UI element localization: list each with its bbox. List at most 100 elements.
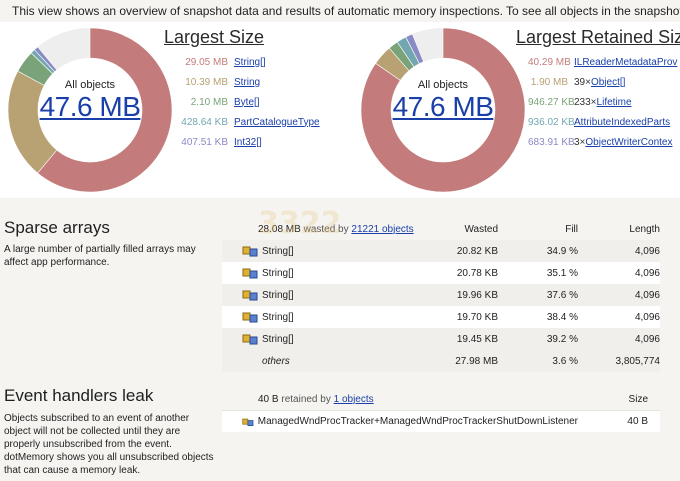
legend-item[interactable]: 40.29 MB ILReaderMetadataProv	[528, 52, 680, 72]
legend-item-size: 1.90 MB	[530, 76, 568, 88]
legend-item[interactable]: 10.39 MB String	[180, 72, 320, 92]
wasted-cell: 19.70 KB	[456, 311, 498, 323]
legend-item-size: 407.51 KB	[181, 136, 228, 148]
legend-item-type-link[interactable]: PartCatalogueType	[234, 117, 320, 128]
legend-item-type-link[interactable]: ILReaderMetadataProv	[574, 57, 677, 68]
array-type-cell: String[]	[222, 333, 402, 345]
legend-item-size: 10.39 MB	[185, 76, 228, 88]
array-type-name: String[]	[262, 289, 294, 301]
others-row[interactable]: others 27.98 MB 3.6 % 3,805,774	[222, 350, 660, 372]
legend-item-type-link[interactable]: ObjectWriterContex	[585, 137, 672, 148]
length-header[interactable]: Length	[578, 224, 660, 235]
legend-item-size: 428.64 KB	[181, 116, 228, 128]
legend-item-count: 39×	[574, 76, 591, 88]
others-label: others	[262, 355, 290, 367]
array-type-name: String[]	[262, 333, 294, 345]
legend-item[interactable]: 1.90 MB 39× Object[]	[528, 72, 680, 92]
fill-cell: 38.4 %	[546, 311, 578, 323]
legend-item-type-link[interactable]: Lifetime	[597, 97, 632, 108]
legend-item-type-link[interactable]: String[]	[234, 57, 266, 68]
event-handlers-table: 40 B retained by 1 objects Size ManagedW…	[222, 388, 660, 432]
object-type-icon	[242, 334, 258, 345]
fill-cell: 35.1 %	[546, 267, 578, 279]
event-object-size: 40 B	[627, 416, 648, 427]
object-type-icon	[242, 312, 258, 323]
info-bar: This view shows an overview of snapshot …	[0, 0, 680, 22]
object-type-icon	[242, 290, 258, 301]
object-type-icon	[242, 268, 258, 279]
table-row[interactable]: ManagedWndProcTracker+ManagedWndProcTrac…	[222, 410, 660, 432]
array-type-name: String[]	[262, 267, 294, 279]
largest-size-center: All objects 47.6 MB	[34, 79, 146, 123]
wasted-cell: 20.78 KB	[456, 267, 498, 279]
sparse-arrays-header: 28.08 MB wasted by 21221 objects Wasted …	[222, 218, 660, 240]
legend-item-size: 936.02 KB	[528, 116, 575, 128]
largest-size-title[interactable]: Largest Size	[164, 27, 264, 48]
legend-item[interactable]: 407.51 KB Int32[]	[180, 132, 320, 152]
legend-item[interactable]: 946.27 KB 233× Lifetime	[528, 92, 680, 112]
largest-retained-center: All objects 47.6 MB	[387, 79, 499, 123]
summary-objects-link[interactable]: 1 objects	[334, 394, 374, 405]
largest-retained-legend: 40.29 MB ILReaderMetadataProv 1.90 MB 39× Ob…	[528, 52, 680, 152]
wasted-cell: 19.45 KB	[456, 333, 498, 345]
legend-item[interactable]: 428.64 KB PartCatalogueType	[180, 112, 320, 132]
legend-item-size: 2.10 MB	[190, 96, 228, 108]
fill-header[interactable]: Fill	[498, 224, 578, 235]
legend-item[interactable]: 2.10 MB Byte[]	[180, 92, 320, 112]
legend-item-size: 29.05 MB	[185, 56, 228, 68]
others-wasted: 27.98 MB	[455, 355, 498, 367]
summary-size: 40 B	[258, 393, 279, 405]
legend-item-type-link[interactable]: String	[234, 77, 260, 88]
event-handlers-description: Objects subscribed to an event of anothe…	[4, 413, 214, 476]
legend-item-type-link[interactable]: AttributeIndexedParts	[574, 117, 670, 128]
legend-item[interactable]: 29.05 MB String[]	[180, 52, 320, 72]
legend-item-type-link[interactable]: Byte[]	[234, 97, 260, 108]
table-row[interactable]: String[] 19.70 KB 38.4 % 4,096	[222, 306, 660, 328]
fill-cell: 34.9 %	[546, 245, 578, 257]
legend-item-size: 946.27 KB	[528, 96, 575, 108]
event-object-name: ManagedWndProcTracker+ManagedWndProcTrac…	[257, 416, 578, 427]
array-type-cell: String[]	[222, 289, 402, 301]
wasted-cell: 19.96 KB	[456, 289, 498, 301]
legend-item-count: 233×	[574, 96, 597, 108]
array-type-cell: String[]	[222, 311, 402, 323]
fill-cell: 39.2 %	[546, 333, 578, 345]
wasted-header[interactable]: Wasted	[402, 224, 498, 235]
wasted-cell: 20.82 KB	[456, 245, 498, 257]
sparse-arrays-table: 28.08 MB wasted by 21221 objects Wasted …	[222, 218, 660, 372]
event-handlers-title: Event handlers leak	[4, 386, 154, 405]
length-cell: 4,096	[634, 289, 660, 301]
summary-size: 28.08 MB	[258, 223, 301, 235]
table-row[interactable]: String[] 20.78 KB 35.1 % 4,096	[222, 262, 660, 284]
legend-item[interactable]: 936.02 KB AttributeIndexedParts	[528, 112, 680, 132]
overview-panel: All objects 47.6 MB Largest Size 29.05 M…	[0, 22, 680, 198]
legend-item-count: 3×	[574, 136, 586, 148]
legend-item-size: 683.91 KB	[528, 136, 575, 148]
total-retained-link[interactable]: 47.6 MB	[387, 91, 499, 123]
sparse-arrays-description: A large number of partially filled array…	[4, 244, 196, 268]
legend-item-type-link[interactable]: Object[]	[591, 77, 625, 88]
size-header[interactable]: Size	[578, 394, 648, 405]
array-type-name: String[]	[262, 311, 294, 323]
total-size-link[interactable]: 47.6 MB	[34, 91, 146, 123]
legend-item-size: 40.29 MB	[528, 56, 571, 68]
table-row[interactable]: String[] 20.82 KB 34.9 % 4,096	[222, 240, 660, 262]
largest-size-legend: 29.05 MB String[] 10.39 MB String 2.10 MB Byt…	[180, 52, 320, 152]
summary-text: retained by	[281, 393, 331, 405]
event-object-cell: ManagedWndProcTracker+ManagedWndProcTrac…	[222, 416, 578, 428]
array-type-name: String[]	[262, 245, 294, 257]
all-objects-caption: All objects	[64, 79, 116, 91]
length-cell: 4,096	[634, 333, 660, 345]
length-cell: 4,096	[634, 267, 660, 279]
table-row[interactable]: String[] 19.96 KB 37.6 % 4,096	[222, 284, 660, 306]
object-type-icon	[242, 418, 254, 426]
legend-item[interactable]: 683.91 KB 3× ObjectWriterContex	[528, 132, 680, 152]
object-type-icon	[242, 246, 258, 257]
event-handlers-header: 40 B retained by 1 objects Size	[222, 388, 660, 410]
legend-item-type-link[interactable]: Int32[]	[234, 137, 262, 148]
fill-cell: 37.6 %	[546, 289, 578, 301]
table-row[interactable]: String[] 19.45 KB 39.2 % 4,096	[222, 328, 660, 350]
largest-retained-title[interactable]: Largest Retained Size	[516, 27, 680, 48]
sparse-arrays-title: Sparse arrays	[4, 218, 110, 237]
sparse-arrays-rows: String[] 20.82 KB 34.9 % 4,096 String[] 20.78…	[222, 240, 660, 350]
